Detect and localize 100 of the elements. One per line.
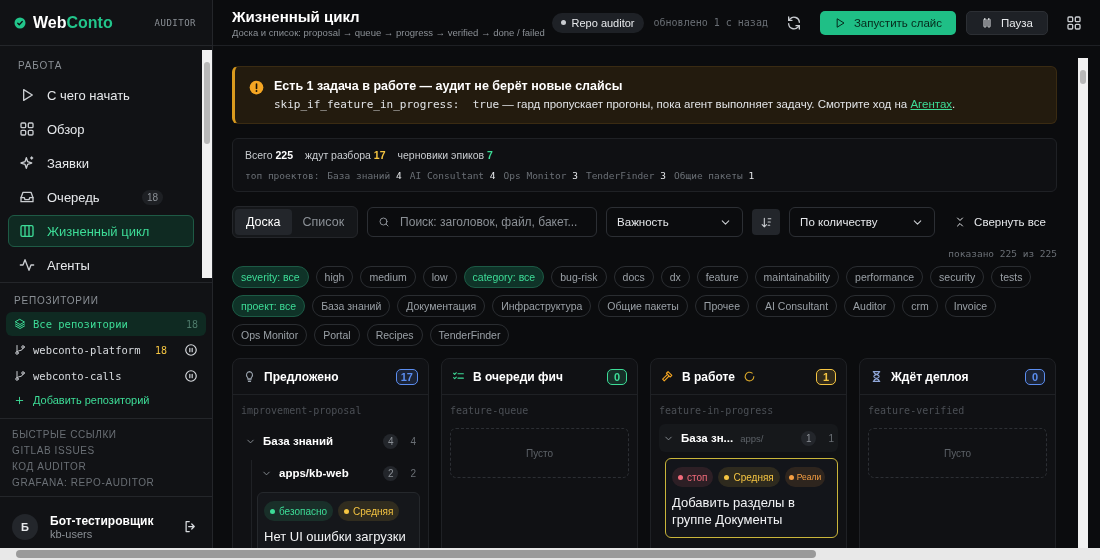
collapse-all-button[interactable]: Свернуть все bbox=[954, 216, 1046, 228]
grid-icon bbox=[19, 121, 35, 137]
empty-label: Пусто bbox=[525, 447, 554, 459]
project-stat: Ops Monitor 3 bbox=[503, 170, 578, 181]
project-stat: Общие пакеты 1 bbox=[674, 170, 755, 181]
filter-chip[interactable]: severity: все bbox=[232, 266, 309, 288]
group-name: База знаний bbox=[263, 435, 334, 447]
count-badge: 0 bbox=[607, 368, 627, 385]
group-by-select[interactable]: Важность bbox=[606, 207, 744, 237]
branch-icon bbox=[14, 344, 26, 356]
project-stat: TenderFinder 3 bbox=[585, 170, 666, 181]
section-title: РАБОТА bbox=[17, 59, 64, 73]
column-title: Ждёт деплоя bbox=[891, 369, 969, 384]
horizontal-scrollbar[interactable] bbox=[0, 548, 1100, 560]
task-card[interactable]: безопасно Средняя Нет UI ошибки загрузки bbox=[257, 492, 420, 548]
sort-select[interactable]: По количеству bbox=[789, 207, 936, 237]
brand-name: WebConto bbox=[33, 13, 113, 32]
count-label: 2 bbox=[410, 467, 416, 479]
layout-button[interactable] bbox=[1066, 14, 1082, 31]
logout-icon bbox=[183, 519, 198, 534]
column-title: В очереди фич bbox=[473, 369, 563, 384]
sort-icon bbox=[759, 215, 773, 229]
nav-item[interactable]: Агенты bbox=[8, 249, 194, 281]
sort-button[interactable] bbox=[752, 209, 781, 235]
grid-icon bbox=[1066, 14, 1082, 31]
filter-chip[interactable]: проект: все bbox=[232, 295, 306, 317]
nav-item[interactable]: Заявки bbox=[8, 147, 194, 179]
updated-label: обновлено 1 с назад bbox=[653, 17, 768, 28]
refresh-button[interactable] bbox=[785, 14, 802, 31]
avatar: Б bbox=[12, 513, 38, 540]
column-slug: feature-verified bbox=[868, 405, 966, 416]
view-tab[interactable]: Список bbox=[291, 209, 356, 235]
count-label: 18 bbox=[154, 344, 167, 356]
count-badge: 2 bbox=[382, 465, 399, 481]
stat-label: Всего 225 bbox=[245, 149, 293, 161]
column-slug: improvement-proposal bbox=[241, 405, 363, 416]
refresh-icon bbox=[785, 14, 802, 31]
search-icon bbox=[378, 216, 391, 228]
count-badge: 17 bbox=[395, 368, 418, 385]
vertical-scrollbar[interactable] bbox=[1078, 58, 1088, 548]
user-name: Бот-тестировщик bbox=[50, 513, 155, 528]
pulse-icon bbox=[19, 257, 35, 273]
tag: Средняя bbox=[718, 467, 780, 487]
layers-icon bbox=[14, 318, 26, 330]
page-subtitle: Доска и список: proposal → queue → progress → verified → done / failed bbox=[232, 26, 542, 38]
project-stat: AI Consultant 4 bbox=[409, 170, 496, 181]
tag: безопасно bbox=[264, 501, 334, 521]
nav-item[interactable]: Очередь 18 bbox=[8, 181, 194, 213]
nav-item[interactable]: С чего начать bbox=[8, 79, 194, 111]
quick-link[interactable]: GITLAB ISSUES bbox=[12, 445, 200, 456]
count-label: 1 bbox=[828, 432, 834, 444]
group-name: apps/kb-web bbox=[279, 467, 349, 479]
sparkle-icon bbox=[19, 155, 35, 171]
empty-label: Пусто bbox=[943, 447, 972, 459]
repo-item[interactable]: webconto-calls bbox=[6, 364, 206, 388]
app-role-label: AUDITOR bbox=[154, 17, 196, 28]
section-title: РЕПОЗИТОРИИ bbox=[13, 294, 100, 308]
pause-icon bbox=[981, 16, 994, 29]
vertical-scrollbar[interactable] bbox=[202, 50, 212, 278]
section-title: БЫСТРЫЕ ССЫЛКИ bbox=[12, 429, 118, 440]
hammer-icon bbox=[661, 370, 674, 383]
tag: Реали bbox=[784, 467, 826, 487]
repo-item[interactable]: Все репозитории 18 bbox=[6, 312, 206, 336]
nav-item[interactable]: Обзор bbox=[8, 113, 194, 145]
user-group: kb-users bbox=[50, 527, 171, 540]
search-field[interactable]: Поиск: заголовок, файл, бакет... bbox=[367, 207, 598, 237]
group-name: База зн... bbox=[681, 432, 734, 444]
nav-item[interactable]: Жизненный цикл bbox=[8, 215, 194, 247]
stat-label: черновики эпиков 7 bbox=[397, 149, 493, 161]
shown-count: показано 225 из 225 bbox=[948, 248, 1057, 259]
count-label: 18 bbox=[185, 318, 198, 330]
banner-title: Есть 1 задача в работе — аудит не берёт новые слайсы bbox=[274, 79, 624, 93]
run-slice-button[interactable]: Запустить слайс bbox=[819, 10, 957, 35]
logout-button[interactable] bbox=[183, 519, 198, 534]
tag: стоп bbox=[672, 467, 714, 487]
task-title: Добавить разделы в группе Документы bbox=[672, 495, 796, 529]
column-slug: feature-in-progress bbox=[659, 405, 775, 416]
banner-text: skip_if_feature_in_progress: true — гард пропускает прогоны, пока агент выполняет задачу. Смотрите ход на Агентах. bbox=[274, 98, 956, 111]
count-badge: 0 bbox=[1025, 368, 1045, 385]
filter-chip[interactable]: category: все bbox=[463, 266, 545, 288]
repo-item[interactable]: webconto-platform 18 bbox=[6, 338, 206, 362]
pause-button[interactable]: Пауза bbox=[966, 10, 1048, 35]
count-badge: 1 bbox=[800, 430, 817, 446]
project-stat: База знаний 4 bbox=[327, 170, 402, 181]
task-card[interactable]: стоп Средняя Реали Добавить разделы в группе Документы bbox=[665, 458, 838, 538]
branch-icon bbox=[14, 370, 26, 382]
stat-label: ждут разбора 17 bbox=[305, 149, 386, 161]
lightbulb-icon bbox=[243, 370, 256, 383]
quick-link[interactable]: КОД AUDITOR bbox=[12, 461, 200, 472]
quick-link[interactable]: GRAFANA: REPO-AUDITOR bbox=[12, 477, 200, 488]
column-title: В работе bbox=[682, 369, 735, 384]
view-tab[interactable]: Доска bbox=[235, 209, 292, 235]
add-repository-link[interactable]: Добавить репозиторий bbox=[6, 390, 206, 410]
column-title: Предложено bbox=[264, 369, 339, 384]
group-path: apps/ bbox=[740, 432, 764, 444]
count-badge: 18 bbox=[141, 189, 163, 205]
hourglass-icon bbox=[870, 370, 883, 383]
alert-icon bbox=[249, 80, 264, 95]
columns-icon bbox=[19, 223, 35, 239]
plus-icon bbox=[14, 394, 25, 406]
